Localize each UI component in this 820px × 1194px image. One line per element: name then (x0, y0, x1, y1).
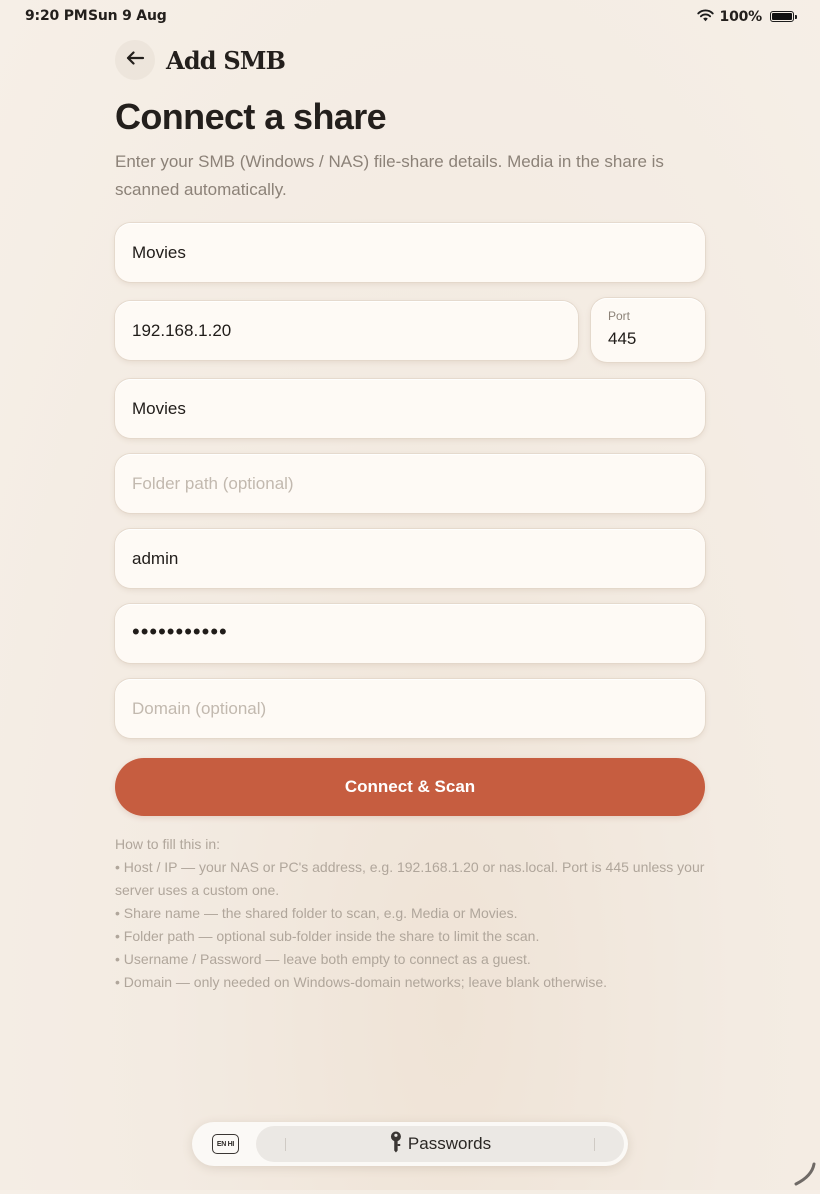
status-indicators: 100% (696, 7, 797, 26)
battery-fill (772, 13, 792, 20)
help-text: How to fill this in: • Host / IP — your … (115, 833, 705, 994)
display-name-field[interactable]: Movies (115, 223, 705, 282)
passwords-group: Passwords (389, 1131, 491, 1157)
port-label: Port (608, 309, 631, 323)
username-field[interactable]: admin (115, 529, 705, 588)
host-value: 192.168.1.20 (132, 320, 232, 340)
folder-path-field[interactable]: Folder path (optional) (115, 454, 705, 513)
share-name-field[interactable]: Movies (115, 379, 705, 438)
port-value: 445 (608, 329, 637, 348)
username-value: admin (132, 548, 179, 568)
share-name-value: Movies (132, 398, 186, 418)
help-line-folder: • Folder path — optional sub-folder insi… (115, 928, 540, 944)
passwords-suggestion[interactable]: Passwords (256, 1126, 624, 1162)
help-line-share: • Share name — the shared folder to scan… (115, 905, 518, 921)
connect-scan-label: Connect & Scan (344, 777, 476, 796)
corner-indicator (790, 1160, 820, 1190)
folder-path-placeholder: Folder path (optional) (132, 473, 294, 493)
status-bar: 9:20 PM Sun 9 Aug 100% (0, 0, 820, 32)
status-date: Sun 9 Aug (88, 8, 167, 24)
suggestion-divider-left (285, 1138, 286, 1151)
header-title: Add SMB (166, 45, 286, 75)
suggestion-divider-right (594, 1138, 595, 1151)
password-value: ••••••••••• (132, 618, 228, 644)
password-field[interactable]: ••••••••••• (115, 604, 705, 663)
header: Add SMB (115, 40, 286, 80)
help-line-credentials: • Username / Password — leave both empty… (115, 951, 531, 967)
battery-icon (770, 11, 797, 22)
display-name-value: Movies (132, 242, 186, 262)
keyboard-accessory-bar: EN HI Passwords (192, 1122, 628, 1166)
domain-field[interactable]: Domain (optional) (115, 679, 705, 738)
page-title: Connect a share (115, 96, 387, 137)
help-line-domain: • Domain — only needed on Windows-domain… (115, 974, 608, 990)
passwords-label: Passwords (407, 1134, 492, 1153)
help-line-host: • Host / IP — your NAS or PC's address, … (115, 859, 705, 898)
wifi-icon (696, 7, 714, 26)
battery-percent: 100% (719, 8, 763, 25)
page-subtitle: Enter your SMB (Windows / NAS) file-shar… (115, 152, 664, 199)
domain-placeholder: Domain (optional) (132, 698, 267, 718)
port-field[interactable]: Port 445 (591, 298, 705, 362)
language-switch-button[interactable]: EN HI (212, 1134, 239, 1154)
key-icon (389, 1131, 403, 1157)
back-button[interactable] (115, 40, 155, 80)
host-field[interactable]: 192.168.1.20 (115, 301, 578, 360)
help-heading: How to fill this in: (115, 836, 221, 852)
arrow-left-icon (125, 50, 145, 70)
connect-scan-button[interactable]: Connect & Scan (115, 758, 705, 816)
status-time: 9:20 PM (25, 8, 88, 24)
battery-tip (795, 15, 797, 19)
